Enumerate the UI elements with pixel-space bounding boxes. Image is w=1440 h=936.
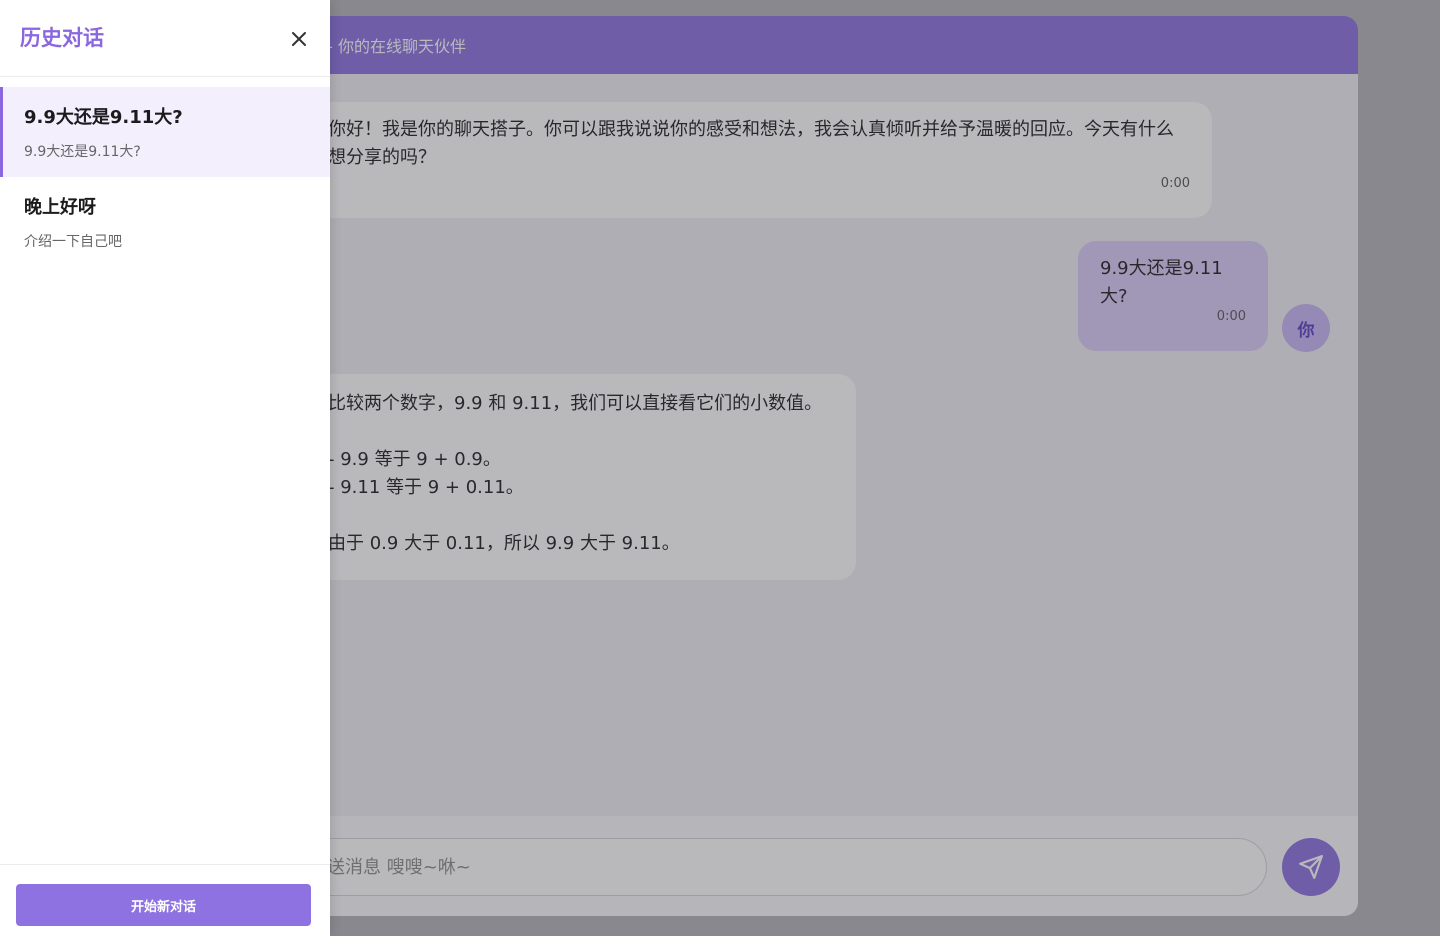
new-chat-button[interactable]: 开始新对话 (16, 884, 311, 926)
history-drawer: 历史对话 9.9大还是9.11大? 9.9大还是9.11大? 晚上好呀 介绍一下… (0, 0, 330, 936)
history-item-title: 晚上好呀 (24, 197, 96, 218)
drawer-footer: 开始新对话 (0, 864, 330, 936)
history-item[interactable]: 9.9大还是9.11大? 9.9大还是9.11大? (0, 87, 330, 177)
history-item[interactable]: 晚上好呀 介绍一下自己吧 (0, 177, 330, 267)
history-item-preview: 9.9大还是9.11大? (24, 144, 141, 160)
history-item-preview: 介绍一下自己吧 (24, 234, 122, 250)
close-icon (292, 32, 306, 46)
close-drawer-button[interactable] (286, 26, 312, 52)
history-item-title: 9.9大还是9.11大? (24, 107, 183, 128)
drawer-header: 历史对话 (0, 0, 330, 77)
drawer-title: 历史对话 (20, 26, 104, 50)
history-list: 9.9大还是9.11大? 9.9大还是9.11大? 晚上好呀 介绍一下自己吧 (0, 87, 330, 267)
